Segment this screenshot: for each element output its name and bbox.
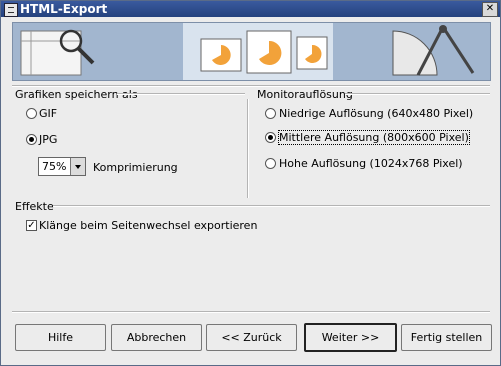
app-icon	[4, 3, 18, 17]
window-title: HTML-Export	[20, 2, 108, 16]
help-button[interactable]: Hilfe	[15, 324, 106, 351]
title-bar: HTML-Export ✕	[1, 1, 500, 17]
medium-resolution-radio[interactable]	[265, 132, 276, 143]
high-resolution-label[interactable]: Hohe Auflösung (1024x768 Pixel)	[279, 157, 463, 170]
close-button[interactable]: ✕	[482, 2, 498, 17]
back-button[interactable]: << Zurück	[206, 324, 297, 351]
wizard-banner-image	[12, 22, 491, 81]
low-resolution-label[interactable]: Niedrige Auflösung (640x480 Pixel)	[279, 107, 473, 120]
html-export-dialog: HTML-Export ✕ Grafiken speichern als GIF…	[0, 0, 501, 366]
graphics-group-line	[117, 93, 245, 95]
low-resolution-radio[interactable]	[265, 108, 276, 119]
compression-combo[interactable]: 75%	[38, 157, 86, 176]
buttons-separator	[12, 311, 490, 313]
compression-value: 75%	[42, 160, 67, 173]
gif-label[interactable]: GIF	[39, 107, 57, 120]
chevron-down-icon[interactable]	[70, 158, 85, 175]
finish-button[interactable]: Fertig stellen	[401, 324, 492, 351]
cancel-button[interactable]: Abbrechen	[111, 324, 202, 351]
banner-separator	[12, 85, 490, 87]
sounds-checkbox[interactable]: ✓	[26, 220, 37, 231]
next-button[interactable]: Weiter >>	[304, 323, 397, 352]
resolution-group-line	[345, 93, 490, 95]
sounds-label[interactable]: Klänge beim Seitenwechsel exportieren	[39, 219, 257, 232]
compression-label: Komprimierung	[93, 161, 178, 174]
resolution-group-title: Monitorauflösung	[257, 88, 353, 101]
medium-resolution-label[interactable]: Mittlere Auflösung (800x600 Pixel)	[278, 130, 470, 145]
effects-group-title: Effekte	[15, 200, 54, 213]
gif-radio[interactable]	[26, 108, 37, 119]
effects-group-line	[53, 205, 490, 207]
high-resolution-radio[interactable]	[265, 158, 276, 169]
jpg-radio[interactable]	[26, 134, 37, 145]
jpg-label[interactable]: JPG	[39, 133, 57, 146]
group-divider	[247, 99, 249, 198]
